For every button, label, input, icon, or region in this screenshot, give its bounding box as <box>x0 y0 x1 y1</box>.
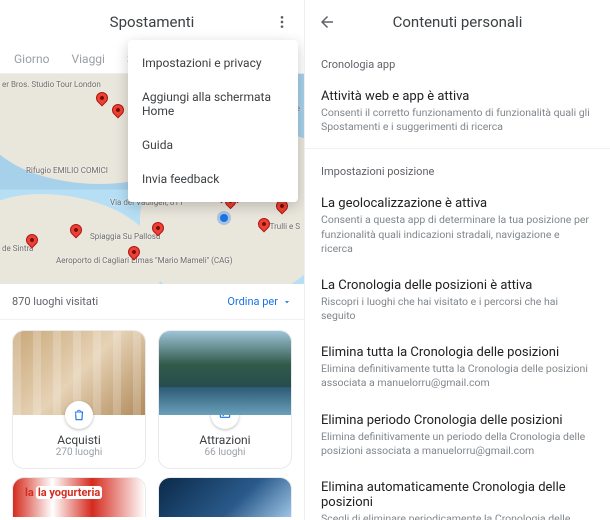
left-header: Spostamenti <box>0 0 304 44</box>
item-web-app-activity[interactable]: Attività web e app è attiva Consenti il … <box>305 79 610 146</box>
card-image <box>159 331 291 415</box>
menu-item-help[interactable]: Guida <box>128 128 298 162</box>
item-delete-period-history[interactable]: Elimina periodo Cronologia delle posizio… <box>305 403 610 470</box>
map-label-cagliari: Aeroporto di Cagliari Elmas "Mario Mamel… <box>56 256 233 265</box>
card-title: Attrazioni <box>159 433 291 447</box>
section-app-history: Cronologia app <box>305 44 610 79</box>
item-title: La geolocalizzazione è attiva <box>321 196 594 211</box>
item-title: Elimina automaticamente Cronologia delle… <box>321 480 594 510</box>
card-sub: 270 luoghi <box>13 447 145 458</box>
overflow-menu: Impostazioni e privacy Aggiungi alla sch… <box>128 40 298 202</box>
timeline-pane: Spostamenti Giorno Viaggi Si er Bros. St… <box>0 0 305 520</box>
right-header: Contenuti personali <box>305 0 610 44</box>
places-visited-count: 870 luoghi visitati <box>12 295 98 308</box>
right-title: Contenuti personali <box>393 13 523 31</box>
tab-trips[interactable]: Viaggi <box>71 52 104 66</box>
item-sub: Consenti il corretto funzionamento di fu… <box>321 106 594 134</box>
shopping-bag-icon <box>65 401 93 429</box>
item-auto-delete-history[interactable]: Elimina automaticamente Cronologia delle… <box>305 470 610 520</box>
menu-item-add-home[interactable]: Aggiungi alla schermata Home <box>128 80 298 128</box>
card-sub: 66 luoghi <box>159 447 291 458</box>
left-title: Spostamenti <box>110 13 195 31</box>
section-location-settings: Impostazioni posizione <box>305 151 610 186</box>
menu-item-settings-privacy[interactable]: Impostazioni e privacy <box>128 46 298 80</box>
card-attractions[interactable]: Attrazioni 66 luoghi <box>158 330 292 469</box>
caret-down-icon <box>282 297 292 307</box>
item-sub: Scegli di eliminare periodicamente la Cr… <box>321 512 594 520</box>
map-label-trulli: Trulli e S <box>270 222 300 231</box>
map-label-pallosu: Spiaggia Su Pallosu <box>90 232 160 241</box>
card-partial[interactable] <box>158 477 292 517</box>
divider <box>305 148 610 149</box>
logo-text: la yogurteria <box>36 486 102 499</box>
item-sub: Elimina definitivamente un periodo della… <box>321 430 594 458</box>
current-location-dot <box>220 214 228 222</box>
item-geolocation[interactable]: La geolocalizzazione è attiva Consenti a… <box>305 186 610 268</box>
personal-content-pane: Contenuti personali Cronologia app Attiv… <box>305 0 610 520</box>
tab-day[interactable]: Giorno <box>14 52 49 66</box>
item-title: Attività web e app è attiva <box>321 89 594 104</box>
sort-by-button[interactable]: Ordina per <box>227 295 292 308</box>
summary-bar: 870 luoghi visitati Ordina per <box>0 284 304 320</box>
item-sub: Elimina definitivamente tutta la Cronolo… <box>321 362 594 390</box>
overflow-menu-button[interactable] <box>260 0 304 44</box>
more-cards: lala yogurteria <box>0 469 304 517</box>
card-image <box>13 331 145 415</box>
arrow-back-icon <box>318 13 336 31</box>
map-label-london: er Bros. Studio Tour London <box>2 80 101 89</box>
item-sub: Riscopri i luoghi che hai visitato e i p… <box>321 295 594 323</box>
item-sub: Consenti a questa app di determinare la … <box>321 213 594 256</box>
sort-by-label: Ordina per <box>227 295 278 308</box>
ticket-icon <box>211 401 239 429</box>
back-button[interactable] <box>305 0 349 44</box>
card-shopping[interactable]: Acquisti 270 luoghi <box>12 330 146 469</box>
item-title: Elimina periodo Cronologia delle posizio… <box>321 413 594 428</box>
card-partial-yogurteria[interactable]: lala yogurteria <box>12 477 146 517</box>
map-label-emilio: Rifugio EMILIO COMICI <box>26 166 108 175</box>
category-cards: Acquisti 270 luoghi Attrazioni 66 luoghi <box>0 320 304 469</box>
item-location-history[interactable]: La Cronologia delle posizioni è attiva R… <box>305 268 610 335</box>
settings-list[interactable]: Cronologia app Attività web e app è atti… <box>305 44 610 520</box>
menu-item-feedback[interactable]: Invia feedback <box>128 162 298 196</box>
item-delete-all-history[interactable]: Elimina tutta la Cronologia delle posizi… <box>305 335 610 402</box>
item-title: La Cronologia delle posizioni è attiva <box>321 278 594 293</box>
more-vert-icon <box>274 14 290 30</box>
item-title: Elimina tutta la Cronologia delle posizi… <box>321 345 594 360</box>
card-title: Acquisti <box>13 433 145 447</box>
